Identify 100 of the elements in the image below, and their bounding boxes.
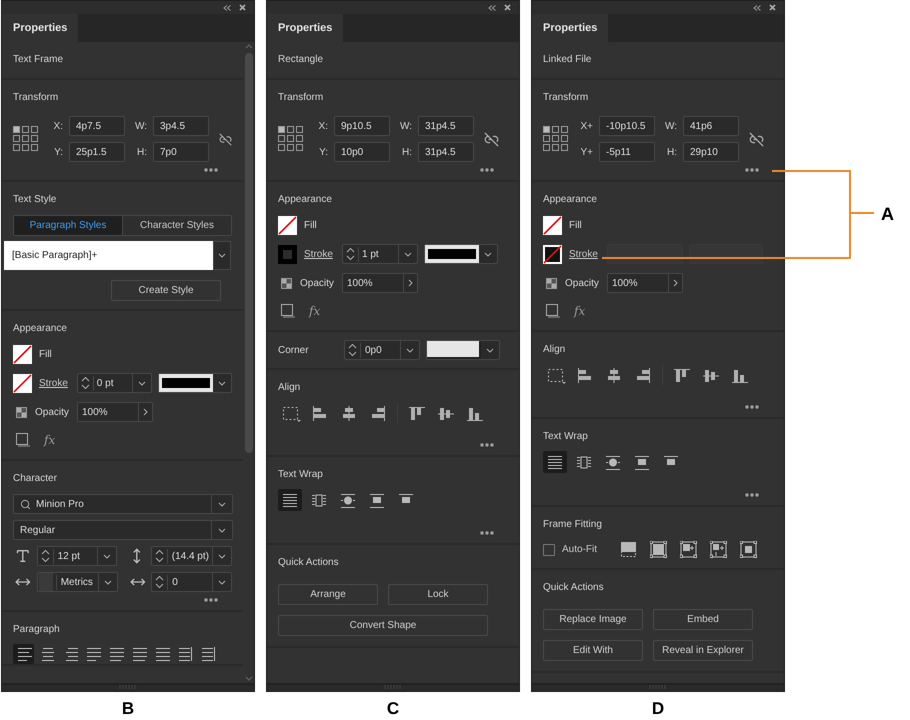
- constrain-proportions-icon[interactable]: [484, 132, 499, 146]
- input-field[interactable]: 12 pt: [36, 546, 118, 566]
- action-button[interactable]: Convert Shape: [278, 615, 488, 636]
- action-button[interactable]: Embed: [653, 609, 753, 630]
- stepper-icon: [155, 575, 164, 589]
- section-title: Text Wrap: [278, 469, 324, 481]
- action-button[interactable]: Replace Image: [543, 609, 643, 630]
- input-field[interactable]: 9p10.5: [334, 116, 390, 136]
- stroke-link[interactable]: Stroke: [304, 246, 342, 262]
- action-button[interactable]: Reveal in Explorer: [653, 640, 753, 661]
- auto-fit-checkbox[interactable]: [543, 544, 555, 556]
- search-icon: [20, 498, 31, 510]
- drop-shadow-icon: [16, 433, 30, 447]
- input-field[interactable]: 0p0: [344, 340, 420, 360]
- field-label: Y+: [579, 146, 593, 160]
- input-field[interactable]: 100%: [77, 402, 153, 422]
- input-field[interactable]: 10p0: [334, 142, 390, 162]
- section-title: Appearance: [278, 194, 333, 206]
- close-icon: [239, 4, 246, 11]
- input-field[interactable]: 7p0: [153, 142, 209, 162]
- stroke-color-field[interactable]: [424, 244, 498, 264]
- section-title: Transform: [13, 92, 60, 104]
- input-field[interactable]: Regular: [13, 520, 233, 540]
- effects-icon[interactable]: fx: [574, 302, 586, 320]
- panel-caption: C: [386, 698, 400, 720]
- panel-tab[interactable]: Properties: [532, 14, 608, 42]
- stroke-color-field[interactable]: [689, 244, 763, 264]
- field-label: X:: [52, 120, 63, 134]
- input-field[interactable]: 29p10: [683, 142, 739, 162]
- action-button[interactable]: Lock: [388, 584, 488, 605]
- style-tab[interactable]: Paragraph Styles: [14, 216, 122, 235]
- constrain-proportions-icon[interactable]: [749, 132, 764, 146]
- wrap-option-button[interactable]: [278, 489, 302, 511]
- constrain-proportions-icon[interactable]: [219, 132, 232, 146]
- input-field[interactable]: 4p7.5: [69, 116, 125, 136]
- input-field[interactable]: 31p4.5: [418, 142, 474, 162]
- field-label: W:: [664, 120, 677, 134]
- fill-frame-proportionally-icon: [620, 541, 637, 558]
- collapse-icon: [753, 4, 761, 10]
- section-title: Transform: [278, 92, 324, 104]
- stroke-color-field[interactable]: [158, 373, 232, 393]
- fill-label: Fill: [39, 348, 52, 362]
- caret-icon: [218, 502, 226, 506]
- input-field[interactable]: 0 pt: [76, 373, 152, 393]
- opacity-label: Opacity: [565, 276, 600, 290]
- paragraph-align-button[interactable]: [13, 644, 34, 664]
- corner-shape-field[interactable]: [426, 340, 500, 360]
- fill-label: Fill: [569, 219, 582, 233]
- caret-icon: [404, 252, 412, 256]
- scrollbar-thumb[interactable]: [244, 53, 252, 453]
- caret-icon: [218, 580, 226, 584]
- field-label: Y:: [53, 146, 63, 160]
- drop-shadow-icon: [546, 304, 560, 318]
- caret-icon: [104, 580, 112, 584]
- fit-content-to-frame-icon: [710, 541, 727, 558]
- chevron-right-icon: [408, 279, 413, 287]
- section-title: Quick Actions: [543, 582, 605, 594]
- input-field[interactable]: 100%: [342, 273, 418, 293]
- input-field[interactable]: 1 pt: [342, 244, 418, 264]
- panel-tab[interactable]: Properties: [2, 14, 78, 42]
- section-title: Appearance: [13, 323, 68, 335]
- input-field[interactable]: Metrics: [36, 572, 118, 592]
- close-icon: [504, 4, 511, 11]
- input-field[interactable]: -10p10.5: [599, 116, 655, 136]
- field-label: W:: [134, 120, 147, 134]
- effects-icon[interactable]: fx: [309, 302, 320, 320]
- stroke-link[interactable]: Stroke: [39, 376, 77, 390]
- section-title: Character: [13, 473, 58, 485]
- style-tab[interactable]: Character Styles: [122, 216, 231, 235]
- create-style-button[interactable]: Create Style: [111, 280, 221, 301]
- input-field[interactable]: 25p1.5: [69, 142, 125, 162]
- chevron-right-icon: [143, 408, 148, 416]
- opacity-icon: [16, 406, 27, 418]
- input-field[interactable]: 41p6: [683, 116, 739, 136]
- opacity-icon: [546, 278, 557, 288]
- caret-icon: [138, 380, 146, 386]
- field-label: H:: [401, 146, 412, 160]
- fill-label: Fill: [304, 219, 317, 233]
- section-title: Text Wrap: [543, 431, 589, 443]
- section-title: Text Frame: [13, 54, 64, 66]
- more-icon: [204, 168, 218, 172]
- panel-tab[interactable]: Properties: [267, 14, 344, 42]
- input-field[interactable]: 0: [151, 572, 232, 592]
- section-title: Align: [278, 382, 302, 394]
- action-button[interactable]: Edit With: [543, 640, 643, 661]
- stepper-icon: [40, 549, 50, 563]
- wrap-option-button[interactable]: [543, 451, 567, 473]
- action-button[interactable]: Arrange: [278, 584, 378, 605]
- input-field[interactable]: 100%: [607, 273, 683, 293]
- input-field[interactable]: (14.4 pt): [150, 546, 232, 566]
- panel-caption: D: [652, 698, 664, 720]
- effects-icon[interactable]: fx: [44, 431, 56, 449]
- input-field[interactable]: -5p11: [599, 142, 655, 162]
- input-field[interactable]: Minion Pro: [13, 494, 233, 514]
- paragraph-style-field[interactable]: [Basic Paragraph]+: [4, 241, 213, 270]
- field-label: H:: [136, 146, 147, 160]
- more-icon: [480, 168, 494, 172]
- input-field[interactable]: 31p4.5: [418, 116, 474, 136]
- stepper-icon: [346, 247, 355, 261]
- input-field[interactable]: 3p4.5: [153, 116, 209, 136]
